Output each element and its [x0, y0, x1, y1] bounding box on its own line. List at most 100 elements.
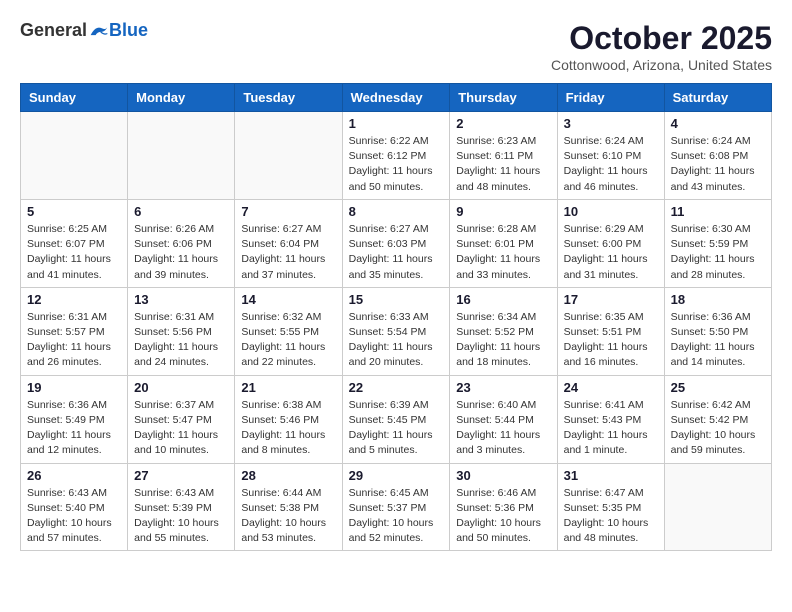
logo-blue-text: Blue [109, 20, 148, 41]
day-info: Sunrise: 6:27 AM Sunset: 6:03 PM Dayligh… [349, 222, 444, 283]
calendar-cell: 8 Sunrise: 6:27 AM Sunset: 6:03 PM Daylig… [342, 199, 450, 287]
calendar-cell: 19 Sunrise: 6:36 AM Sunset: 5:49 PM Dayli… [21, 375, 128, 463]
day-number: 25 [671, 380, 765, 395]
day-info: Sunrise: 6:30 AM Sunset: 5:59 PM Dayligh… [671, 222, 765, 283]
calendar-cell: 9Sunrise: 6:28 AM Sunset: 6:01 PM Daylig… [450, 199, 557, 287]
day-number: 1 [349, 116, 444, 131]
day-number: 21 [241, 380, 335, 395]
day-info: Sunrise: 6:46 AM Sunset: 5:36 PM Dayligh… [456, 486, 550, 547]
day-number: 27 [134, 468, 228, 483]
day-info: Sunrise: 6:26 AM Sunset: 6:06 PM Dayligh… [134, 222, 228, 283]
calendar-cell: 1 Sunrise: 6:22 AM Sunset: 6:12 PM Daylig… [342, 112, 450, 200]
calendar-cell: 6 Sunrise: 6:26 AM Sunset: 6:06 PM Daylig… [128, 199, 235, 287]
calendar-header-row: SundayMondayTuesdayWednesdayThursdayFrid… [21, 84, 772, 112]
header-day-monday: Monday [128, 84, 235, 112]
calendar-cell: 22Sunrise: 6:39 AM Sunset: 5:45 PM Dayli… [342, 375, 450, 463]
day-info: Sunrise: 6:34 AM Sunset: 5:52 PM Dayligh… [456, 310, 550, 371]
day-number: 12 [27, 292, 121, 307]
calendar-cell: 13 Sunrise: 6:31 AM Sunset: 5:56 PM Dayli… [128, 287, 235, 375]
day-number: 13 [134, 292, 228, 307]
page-header: General Blue October 2025 Cottonwood, Ar… [20, 20, 772, 73]
day-number: 30 [456, 468, 550, 483]
day-info: Sunrise: 6:23 AM Sunset: 6:11 PM Dayligh… [456, 134, 550, 195]
day-number: 6 [134, 204, 228, 219]
calendar-week-row: 19 Sunrise: 6:36 AM Sunset: 5:49 PM Dayli… [21, 375, 772, 463]
day-number: 19 [27, 380, 121, 395]
day-number: 23 [456, 380, 550, 395]
day-info: Sunrise: 6:29 AM Sunset: 6:00 PM Dayligh… [564, 222, 658, 283]
day-number: 11 [671, 204, 765, 219]
day-info: Sunrise: 6:41 AM Sunset: 5:43 PM Dayligh… [564, 398, 658, 459]
day-number: 17 [564, 292, 658, 307]
day-number: 5 [27, 204, 121, 219]
day-info: Sunrise: 6:47 AM Sunset: 5:35 PM Dayligh… [564, 486, 658, 547]
calendar-cell: 18 Sunrise: 6:36 AM Sunset: 5:50 PM Dayli… [664, 287, 771, 375]
calendar-cell: 12Sunrise: 6:31 AM Sunset: 5:57 PM Dayli… [21, 287, 128, 375]
header-day-tuesday: Tuesday [235, 84, 342, 112]
day-info: Sunrise: 6:43 AM Sunset: 5:40 PM Dayligh… [27, 486, 121, 547]
calendar-cell: 26 Sunrise: 6:43 AM Sunset: 5:40 PM Dayli… [21, 463, 128, 551]
header-day-sunday: Sunday [21, 84, 128, 112]
day-number: 16 [456, 292, 550, 307]
day-info: Sunrise: 6:35 AM Sunset: 5:51 PM Dayligh… [564, 310, 658, 371]
day-info: Sunrise: 6:31 AM Sunset: 5:56 PM Dayligh… [134, 310, 228, 371]
calendar-cell [664, 463, 771, 551]
calendar-cell: 16 Sunrise: 6:34 AM Sunset: 5:52 PM Dayli… [450, 287, 557, 375]
calendar-cell: 28Sunrise: 6:44 AM Sunset: 5:38 PM Dayli… [235, 463, 342, 551]
calendar-cell: 11 Sunrise: 6:30 AM Sunset: 5:59 PM Dayli… [664, 199, 771, 287]
day-number: 14 [241, 292, 335, 307]
day-number: 2 [456, 116, 550, 131]
month-title: October 2025 [551, 20, 772, 57]
day-number: 26 [27, 468, 121, 483]
calendar-table: SundayMondayTuesdayWednesdayThursdayFrid… [20, 83, 772, 551]
calendar-cell: 2 Sunrise: 6:23 AM Sunset: 6:11 PM Daylig… [450, 112, 557, 200]
logo-general-text: General [20, 20, 87, 41]
calendar-cell: 3Sunrise: 6:24 AM Sunset: 6:10 PM Daylig… [557, 112, 664, 200]
calendar-cell: 21 Sunrise: 6:38 AM Sunset: 5:46 PM Dayli… [235, 375, 342, 463]
header-day-wednesday: Wednesday [342, 84, 450, 112]
header-day-thursday: Thursday [450, 84, 557, 112]
day-number: 8 [349, 204, 444, 219]
calendar-week-row: 1 Sunrise: 6:22 AM Sunset: 6:12 PM Daylig… [21, 112, 772, 200]
day-number: 20 [134, 380, 228, 395]
day-info: Sunrise: 6:27 AM Sunset: 6:04 PM Dayligh… [241, 222, 335, 283]
calendar-week-row: 12Sunrise: 6:31 AM Sunset: 5:57 PM Dayli… [21, 287, 772, 375]
calendar-cell: 15Sunrise: 6:33 AM Sunset: 5:54 PM Dayli… [342, 287, 450, 375]
day-info: Sunrise: 6:43 AM Sunset: 5:39 PM Dayligh… [134, 486, 228, 547]
header-day-saturday: Saturday [664, 84, 771, 112]
calendar-cell: 27 Sunrise: 6:43 AM Sunset: 5:39 PM Dayli… [128, 463, 235, 551]
calendar-cell [235, 112, 342, 200]
calendar-week-row: 26 Sunrise: 6:43 AM Sunset: 5:40 PM Dayli… [21, 463, 772, 551]
calendar-cell: 17 Sunrise: 6:35 AM Sunset: 5:51 PM Dayli… [557, 287, 664, 375]
calendar-cell: 7Sunrise: 6:27 AM Sunset: 6:04 PM Daylig… [235, 199, 342, 287]
day-number: 29 [349, 468, 444, 483]
logo-bird-icon [89, 23, 109, 39]
day-info: Sunrise: 6:36 AM Sunset: 5:50 PM Dayligh… [671, 310, 765, 371]
day-info: Sunrise: 6:44 AM Sunset: 5:38 PM Dayligh… [241, 486, 335, 547]
calendar-cell: 10 Sunrise: 6:29 AM Sunset: 6:00 PM Dayli… [557, 199, 664, 287]
header-day-friday: Friday [557, 84, 664, 112]
day-info: Sunrise: 6:45 AM Sunset: 5:37 PM Dayligh… [349, 486, 444, 547]
day-number: 10 [564, 204, 658, 219]
logo: General Blue [20, 20, 148, 41]
day-info: Sunrise: 6:22 AM Sunset: 6:12 PM Dayligh… [349, 134, 444, 195]
calendar-cell: 31 Sunrise: 6:47 AM Sunset: 5:35 PM Dayli… [557, 463, 664, 551]
location-text: Cottonwood, Arizona, United States [551, 57, 772, 73]
day-number: 4 [671, 116, 765, 131]
calendar-cell: 23Sunrise: 6:40 AM Sunset: 5:44 PM Dayli… [450, 375, 557, 463]
day-info: Sunrise: 6:36 AM Sunset: 5:49 PM Dayligh… [27, 398, 121, 459]
day-info: Sunrise: 6:32 AM Sunset: 5:55 PM Dayligh… [241, 310, 335, 371]
calendar-cell [128, 112, 235, 200]
day-info: Sunrise: 6:24 AM Sunset: 6:08 PM Dayligh… [671, 134, 765, 195]
calendar-cell: 25Sunrise: 6:42 AM Sunset: 5:42 PM Dayli… [664, 375, 771, 463]
day-info: Sunrise: 6:38 AM Sunset: 5:46 PM Dayligh… [241, 398, 335, 459]
day-number: 22 [349, 380, 444, 395]
day-number: 24 [564, 380, 658, 395]
day-info: Sunrise: 6:24 AM Sunset: 6:10 PM Dayligh… [564, 134, 658, 195]
calendar-cell: 14 Sunrise: 6:32 AM Sunset: 5:55 PM Dayli… [235, 287, 342, 375]
day-number: 18 [671, 292, 765, 307]
day-number: 9 [456, 204, 550, 219]
day-number: 31 [564, 468, 658, 483]
calendar-cell: 5Sunrise: 6:25 AM Sunset: 6:07 PM Daylig… [21, 199, 128, 287]
calendar-cell: 30 Sunrise: 6:46 AM Sunset: 5:36 PM Dayli… [450, 463, 557, 551]
